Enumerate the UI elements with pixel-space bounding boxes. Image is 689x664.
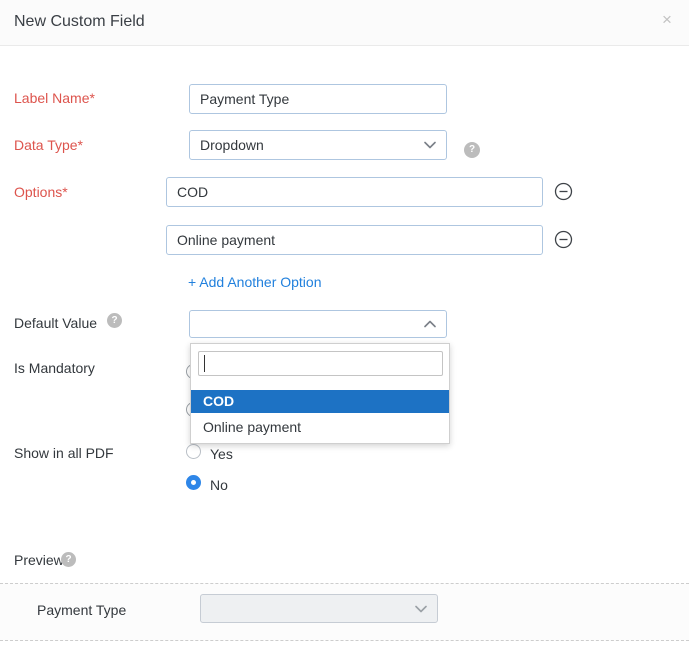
minus-circle-icon [554, 237, 573, 252]
remove-option-2-button[interactable] [554, 230, 573, 249]
dropdown-search-input[interactable] [198, 351, 443, 376]
dropdown-option-online-payment[interactable]: Online payment [191, 413, 449, 441]
default-value-dropdown-panel: COD Online payment [190, 343, 450, 444]
default-value-label: Default Value [14, 316, 97, 331]
show-pdf-yes-label[interactable]: Yes [210, 446, 233, 462]
preview-field-label: Payment Type [37, 602, 126, 618]
default-value-help-icon[interactable]: ? [107, 313, 122, 328]
option-input-1[interactable] [166, 177, 543, 207]
show-pdf-no-label[interactable]: No [210, 477, 228, 493]
options-label: Options* [14, 185, 68, 200]
remove-option-1-button[interactable] [554, 182, 573, 201]
show-pdf-yes-radio[interactable] [186, 444, 201, 459]
add-option-link[interactable]: + Add Another Option [188, 274, 322, 290]
modal-title: New Custom Field [14, 13, 145, 31]
option-input-2[interactable] [166, 225, 543, 255]
minus-circle-icon [554, 189, 573, 204]
is-mandatory-label: Is Mandatory [14, 361, 95, 376]
chevron-down-icon [424, 141, 436, 149]
show-pdf-label: Show in all PDF [14, 446, 114, 461]
preview-help-icon[interactable]: ? [61, 552, 76, 567]
chevron-down-icon [415, 605, 427, 613]
dropdown-option-cod[interactable]: COD [191, 390, 449, 413]
new-custom-field-modal: New Custom Field × Label Name* Data Type… [0, 0, 689, 664]
preview-field-select [200, 594, 438, 623]
label-name-input[interactable] [189, 84, 447, 114]
close-icon[interactable]: × [662, 10, 672, 30]
chevron-up-icon [424, 320, 436, 328]
data-type-label: Data Type* [14, 138, 83, 153]
preview-title: Preview [14, 552, 64, 568]
default-value-select[interactable] [189, 310, 447, 338]
text-cursor [204, 355, 205, 372]
preview-section: Payment Type [0, 583, 689, 641]
data-type-selected-value: Dropdown [200, 137, 264, 153]
modal-header: New Custom Field × [0, 0, 689, 46]
label-name-label: Label Name* [14, 91, 95, 106]
show-pdf-no-radio[interactable] [186, 475, 201, 490]
data-type-help-icon[interactable]: ? [464, 142, 480, 158]
data-type-select[interactable]: Dropdown [189, 130, 447, 160]
